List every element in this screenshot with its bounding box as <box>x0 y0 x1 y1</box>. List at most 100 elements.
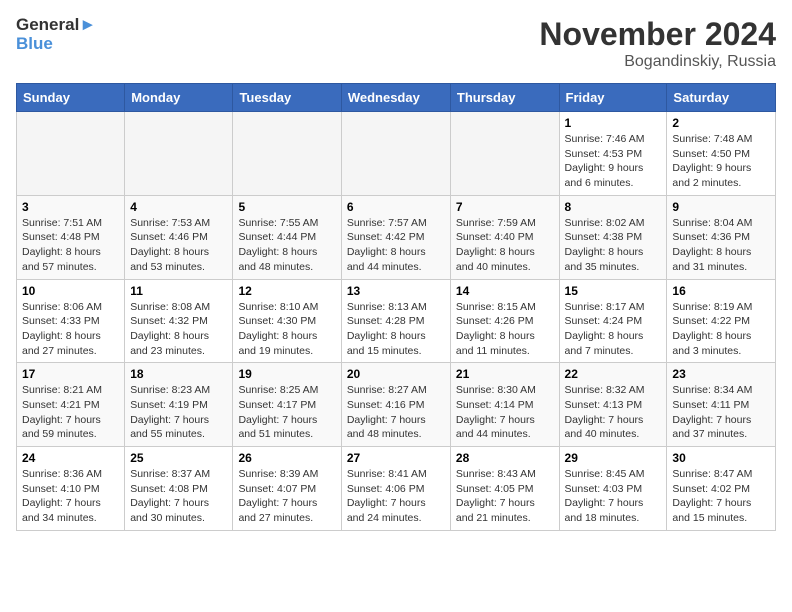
day-info: Sunrise: 7:51 AM Sunset: 4:48 PM Dayligh… <box>22 216 119 275</box>
day-info: Sunrise: 7:46 AM Sunset: 4:53 PM Dayligh… <box>565 132 662 191</box>
day-cell-17: 17 Sunrise: 8:21 AM Sunset: 4:21 PM Dayli… <box>17 363 125 447</box>
day-number: 4 <box>130 200 227 214</box>
day-info: Sunrise: 8:45 AM Sunset: 4:03 PM Dayligh… <box>565 467 662 526</box>
day-cell-7: 7 Sunrise: 7:59 AM Sunset: 4:40 PM Daylig… <box>450 195 559 279</box>
day-cell-6: 6 Sunrise: 7:57 AM Sunset: 4:42 PM Daylig… <box>341 195 450 279</box>
day-info: Sunrise: 8:39 AM Sunset: 4:07 PM Dayligh… <box>238 467 335 526</box>
empty-cell <box>17 112 125 196</box>
day-cell-21: 21Sunrise: 8:30 AM Sunset: 4:14 PM Dayli… <box>450 363 559 447</box>
day-cell-14: 14 Sunrise: 8:15 AM Sunset: 4:26 PM Dayli… <box>450 279 559 363</box>
page-header: General► Blue November 2024 Bogandinskiy… <box>16 16 776 71</box>
weekday-friday: Friday <box>559 84 667 112</box>
day-number: 17 <box>22 367 119 381</box>
day-cell-2: 2 Sunrise: 7:48 AM Sunset: 4:50 PM Daylig… <box>667 112 776 196</box>
day-number: 19 <box>238 367 335 381</box>
day-number: 28 <box>456 451 554 465</box>
day-number: 26 <box>238 451 335 465</box>
day-number: 15 <box>565 284 662 298</box>
day-cell-12: 12 Sunrise: 8:10 AM Sunset: 4:30 PM Dayli… <box>233 279 341 363</box>
title-block: November 2024 Bogandinskiy, Russia <box>539 16 776 71</box>
day-cell-11: 11Sunrise: 8:08 AM Sunset: 4:32 PM Dayli… <box>125 279 233 363</box>
day-cell-20: 20 Sunrise: 8:27 AM Sunset: 4:16 PM Dayli… <box>341 363 450 447</box>
day-number: 20 <box>347 367 445 381</box>
day-info: Sunrise: 8:08 AM Sunset: 4:32 PM Dayligh… <box>130 300 227 359</box>
day-info: Sunrise: 8:19 AM Sunset: 4:22 PM Dayligh… <box>672 300 770 359</box>
day-number: 10 <box>22 284 119 298</box>
weekday-tuesday: Tuesday <box>233 84 341 112</box>
day-info: Sunrise: 8:27 AM Sunset: 4:16 PM Dayligh… <box>347 383 445 442</box>
day-number: 1 <box>565 116 662 130</box>
day-info: Sunrise: 8:17 AM Sunset: 4:24 PM Dayligh… <box>565 300 662 359</box>
day-number: 5 <box>238 200 335 214</box>
day-cell-28: 28Sunrise: 8:43 AM Sunset: 4:05 PM Dayli… <box>450 447 559 531</box>
location: Bogandinskiy, Russia <box>539 53 776 71</box>
day-info: Sunrise: 8:36 AM Sunset: 4:10 PM Dayligh… <box>22 467 119 526</box>
day-info: Sunrise: 8:34 AM Sunset: 4:11 PM Dayligh… <box>672 383 770 442</box>
day-cell-24: 24Sunrise: 8:36 AM Sunset: 4:10 PM Dayli… <box>17 447 125 531</box>
day-cell-4: 4 Sunrise: 7:53 AM Sunset: 4:46 PM Daylig… <box>125 195 233 279</box>
weekday-header-row: SundayMondayTuesdayWednesdayThursdayFrid… <box>17 84 776 112</box>
day-number: 30 <box>672 451 770 465</box>
logo: General► Blue <box>16 16 96 53</box>
week-row-5: 24Sunrise: 8:36 AM Sunset: 4:10 PM Dayli… <box>17 447 776 531</box>
day-info: Sunrise: 7:59 AM Sunset: 4:40 PM Dayligh… <box>456 216 554 275</box>
day-cell-19: 19 Sunrise: 8:25 AM Sunset: 4:17 PM Dayli… <box>233 363 341 447</box>
week-row-4: 17 Sunrise: 8:21 AM Sunset: 4:21 PM Dayli… <box>17 363 776 447</box>
day-cell-30: 30 Sunrise: 8:47 AM Sunset: 4:02 PM Dayli… <box>667 447 776 531</box>
day-info: Sunrise: 8:06 AM Sunset: 4:33 PM Dayligh… <box>22 300 119 359</box>
day-number: 7 <box>456 200 554 214</box>
day-info: Sunrise: 8:15 AM Sunset: 4:26 PM Dayligh… <box>456 300 554 359</box>
day-number: 18 <box>130 367 227 381</box>
day-info: Sunrise: 7:48 AM Sunset: 4:50 PM Dayligh… <box>672 132 770 191</box>
day-number: 13 <box>347 284 445 298</box>
day-cell-1: 1 Sunrise: 7:46 AM Sunset: 4:53 PM Daylig… <box>559 112 667 196</box>
day-info: Sunrise: 8:21 AM Sunset: 4:21 PM Dayligh… <box>22 383 119 442</box>
day-info: Sunrise: 8:32 AM Sunset: 4:13 PM Dayligh… <box>565 383 662 442</box>
day-info: Sunrise: 8:02 AM Sunset: 4:38 PM Dayligh… <box>565 216 662 275</box>
day-cell-16: 16Sunrise: 8:19 AM Sunset: 4:22 PM Dayli… <box>667 279 776 363</box>
day-number: 14 <box>456 284 554 298</box>
day-info: Sunrise: 8:13 AM Sunset: 4:28 PM Dayligh… <box>347 300 445 359</box>
week-row-2: 3 Sunrise: 7:51 AM Sunset: 4:48 PM Daylig… <box>17 195 776 279</box>
empty-cell <box>450 112 559 196</box>
day-info: Sunrise: 7:57 AM Sunset: 4:42 PM Dayligh… <box>347 216 445 275</box>
day-cell-29: 29Sunrise: 8:45 AM Sunset: 4:03 PM Dayli… <box>559 447 667 531</box>
day-number: 8 <box>565 200 662 214</box>
day-number: 23 <box>672 367 770 381</box>
calendar: SundayMondayTuesdayWednesdayThursdayFrid… <box>16 83 776 531</box>
day-cell-10: 10 Sunrise: 8:06 AM Sunset: 4:33 PM Dayli… <box>17 279 125 363</box>
day-info: Sunrise: 8:25 AM Sunset: 4:17 PM Dayligh… <box>238 383 335 442</box>
day-info: Sunrise: 8:30 AM Sunset: 4:14 PM Dayligh… <box>456 383 554 442</box>
day-cell-18: 18 Sunrise: 8:23 AM Sunset: 4:19 PM Dayli… <box>125 363 233 447</box>
empty-cell <box>125 112 233 196</box>
day-info: Sunrise: 8:47 AM Sunset: 4:02 PM Dayligh… <box>672 467 770 526</box>
empty-cell <box>233 112 341 196</box>
day-cell-15: 15 Sunrise: 8:17 AM Sunset: 4:24 PM Dayli… <box>559 279 667 363</box>
day-number: 25 <box>130 451 227 465</box>
day-number: 9 <box>672 200 770 214</box>
month-title: November 2024 <box>539 16 776 53</box>
day-cell-13: 13 Sunrise: 8:13 AM Sunset: 4:28 PM Dayli… <box>341 279 450 363</box>
day-info: Sunrise: 8:23 AM Sunset: 4:19 PM Dayligh… <box>130 383 227 442</box>
day-cell-9: 9Sunrise: 8:04 AM Sunset: 4:36 PM Daylig… <box>667 195 776 279</box>
day-info: Sunrise: 8:37 AM Sunset: 4:08 PM Dayligh… <box>130 467 227 526</box>
day-info: Sunrise: 7:53 AM Sunset: 4:46 PM Dayligh… <box>130 216 227 275</box>
weekday-thursday: Thursday <box>450 84 559 112</box>
day-number: 12 <box>238 284 335 298</box>
empty-cell <box>341 112 450 196</box>
day-cell-5: 5Sunrise: 7:55 AM Sunset: 4:44 PM Daylig… <box>233 195 341 279</box>
day-cell-27: 27Sunrise: 8:41 AM Sunset: 4:06 PM Dayli… <box>341 447 450 531</box>
weekday-wednesday: Wednesday <box>341 84 450 112</box>
day-number: 6 <box>347 200 445 214</box>
day-number: 22 <box>565 367 662 381</box>
day-cell-3: 3 Sunrise: 7:51 AM Sunset: 4:48 PM Daylig… <box>17 195 125 279</box>
day-info: Sunrise: 8:10 AM Sunset: 4:30 PM Dayligh… <box>238 300 335 359</box>
day-number: 2 <box>672 116 770 130</box>
day-number: 3 <box>22 200 119 214</box>
weekday-sunday: Sunday <box>17 84 125 112</box>
day-number: 27 <box>347 451 445 465</box>
day-cell-8: 8 Sunrise: 8:02 AM Sunset: 4:38 PM Daylig… <box>559 195 667 279</box>
weekday-saturday: Saturday <box>667 84 776 112</box>
day-cell-26: 26 Sunrise: 8:39 AM Sunset: 4:07 PM Dayli… <box>233 447 341 531</box>
week-row-3: 10 Sunrise: 8:06 AM Sunset: 4:33 PM Dayli… <box>17 279 776 363</box>
